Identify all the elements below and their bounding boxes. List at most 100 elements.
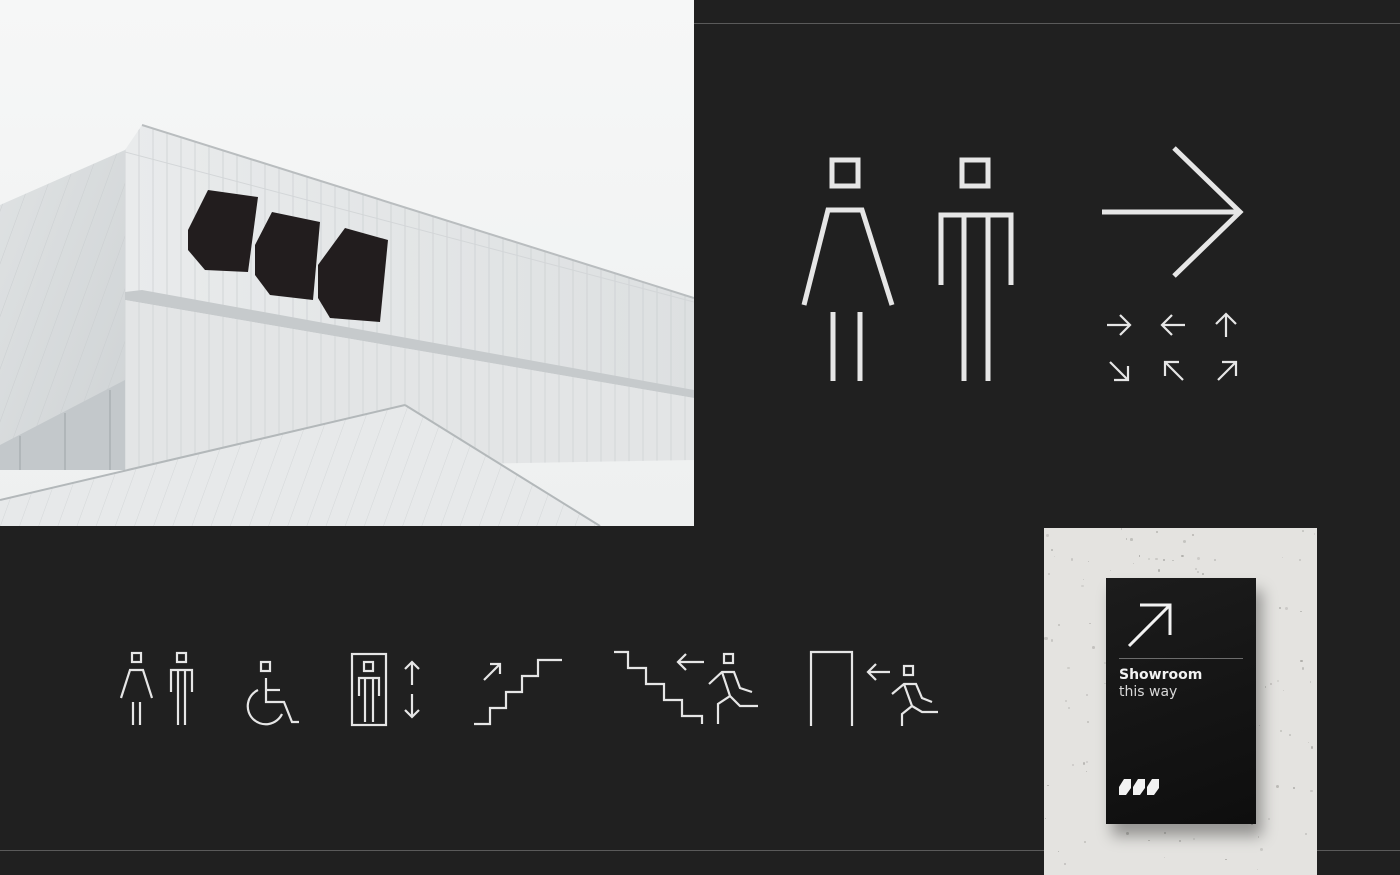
concrete-speck [1120,528,1123,530]
concrete-speck [1157,569,1160,572]
concrete-speck [1277,679,1280,682]
concrete-speck [1309,789,1313,793]
concrete-speck [1082,762,1085,765]
concrete-speck [1180,555,1183,557]
arrow-up-right-icon [1217,360,1238,381]
concrete-speck [1044,636,1048,640]
concrete-speck [1293,787,1295,790]
arrow-right-icon [1102,146,1244,278]
concrete-speck [1086,694,1089,697]
concrete-speck [1178,839,1182,843]
concrete-speck [1085,760,1089,764]
concrete-speck [1259,848,1263,852]
arrow-up-right-icon [1127,603,1172,648]
concrete-speck [1080,584,1084,588]
concrete-speck [1308,742,1310,744]
concrete-speck [1264,686,1267,688]
concrete-speck [1197,570,1200,573]
concrete-speck [1064,862,1067,865]
concrete-speck [1054,556,1056,558]
concrete-speck [1051,548,1054,551]
concrete-speck [1310,681,1312,683]
concrete-speck [1276,785,1280,789]
sign-subtitle: this way [1119,684,1178,700]
concrete-speck [1092,646,1095,650]
concrete-speck [1279,730,1282,733]
arrow-up-left-icon [1163,360,1184,381]
concrete-speck [1278,607,1282,610]
concrete-speck [1302,530,1304,532]
concrete-speck [1163,856,1166,859]
concrete-speck [1311,746,1314,749]
accessible-icon [246,660,299,726]
arrow-up-icon [1215,312,1237,337]
concrete-speck [1172,559,1174,562]
concrete-speck [1086,720,1090,724]
concrete-speck [1299,659,1303,663]
sign-divider [1119,658,1243,659]
concrete-speck [1148,839,1150,842]
concrete-speck [1285,606,1289,610]
wayfinding-sign: Showroom this way [1106,578,1256,824]
concrete-speck [1064,699,1068,702]
male-toilet-icon [938,157,1014,381]
concrete-speck [1298,558,1301,561]
concrete-speck [1258,725,1261,727]
concrete-speck [1163,558,1166,562]
sign-title: Showroom [1119,667,1203,683]
m-logo [1119,779,1159,795]
arrow-down-right-icon [1109,361,1130,382]
concrete-speck [1125,831,1130,835]
concrete-speck [1305,832,1308,835]
concrete-speck [1050,639,1053,642]
concrete-speck [1068,706,1071,709]
building-photo [0,0,694,526]
arrow-left-icon [1160,314,1185,336]
concrete-speck [1195,567,1198,570]
concrete-speck [1193,837,1196,840]
concrete-speck [1057,851,1059,853]
concrete-speck [1301,666,1305,670]
elevator-icon [350,652,420,727]
concrete-speck [1087,560,1089,562]
concrete-speck [1046,534,1049,537]
concrete-speck [1085,771,1087,773]
concrete-speck [1214,559,1216,562]
concrete-speck [1044,817,1047,819]
concrete-speck [1072,764,1075,767]
concrete-speck [1047,572,1051,576]
concrete-speck [1083,841,1086,844]
concrete-speck [1147,557,1151,561]
concrete-speck [1138,555,1141,558]
concrete-panel: Showroom this way [1044,528,1317,875]
concrete-speck [1110,569,1112,571]
concrete-speck [1089,622,1091,625]
concrete-speck [1270,683,1273,685]
concrete-speck [1047,784,1049,787]
stairs-exit-icon [614,650,758,724]
concrete-speck [1082,578,1084,580]
stairs-up-icon [474,658,562,726]
concrete-speck [1192,533,1195,536]
concrete-speck [1300,610,1302,613]
concrete-speck [1126,538,1128,540]
concrete-speck [1268,818,1271,821]
concrete-speck [1282,689,1285,692]
concrete-speck [1182,540,1186,544]
concrete-speck [1070,558,1074,561]
concrete-speck [1197,557,1201,561]
concrete-speck [1289,734,1291,736]
concrete-speck [1163,831,1166,834]
concrete-speck [1058,624,1061,627]
concrete-speck [1155,557,1159,561]
toilets-icon [119,651,194,725]
concrete-speck [1202,573,1204,575]
arrow-right-icon [1107,314,1132,336]
concrete-speck [1067,666,1070,670]
concrete-speck [1155,530,1158,533]
concrete-speck [1256,869,1258,871]
female-toilet-icon [801,157,895,381]
concrete-speck [1281,556,1284,558]
door-exit-icon [809,650,938,726]
concrete-speck [1225,858,1227,861]
